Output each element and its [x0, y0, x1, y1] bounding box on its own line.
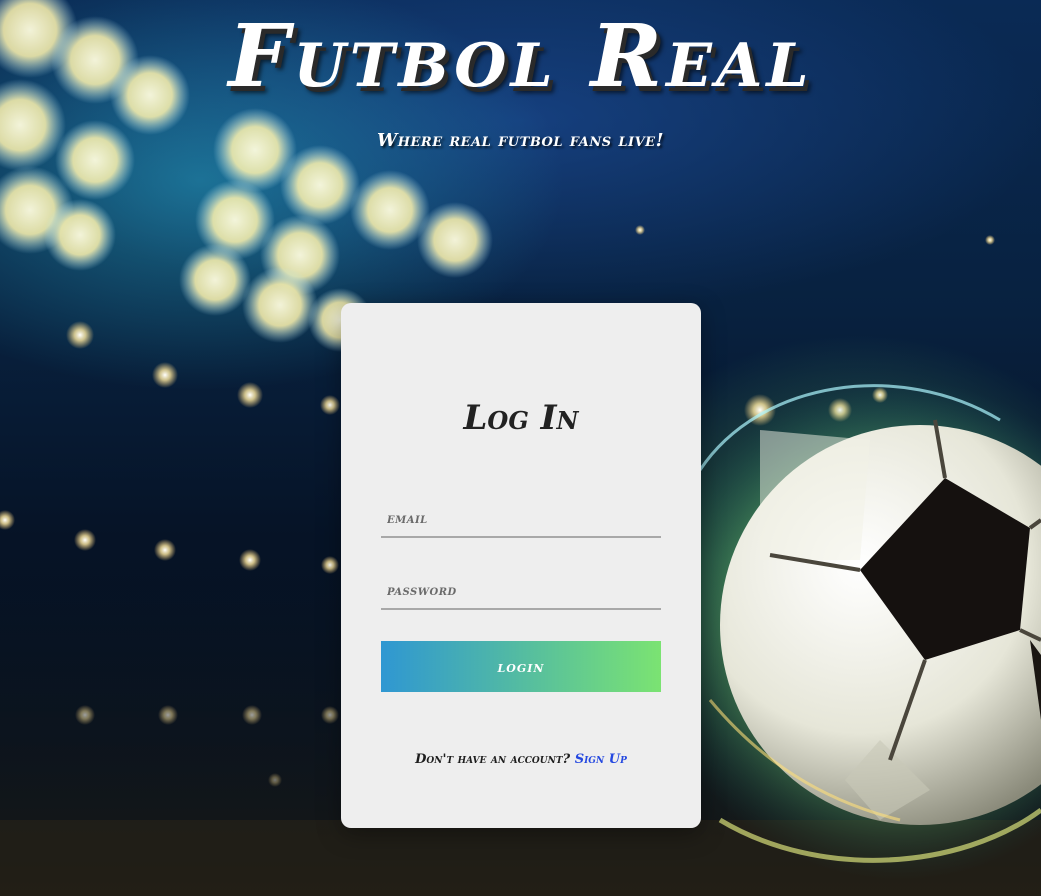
- signup-link[interactable]: Sign Up: [575, 752, 627, 767]
- login-button[interactable]: login: [381, 641, 661, 692]
- site-tagline: Where real futbol fans live!: [376, 130, 664, 151]
- login-heading: Log In: [463, 398, 579, 438]
- signup-prompt-text: Don't have an account?: [415, 752, 571, 767]
- login-form: Log In login Don't have an account? Sign…: [341, 303, 701, 828]
- password-field[interactable]: [381, 574, 661, 610]
- email-field[interactable]: [381, 502, 661, 538]
- site-title: Futbol Real: [228, 6, 813, 107]
- signup-prompt-row: Don't have an account? Sign Up: [341, 752, 701, 767]
